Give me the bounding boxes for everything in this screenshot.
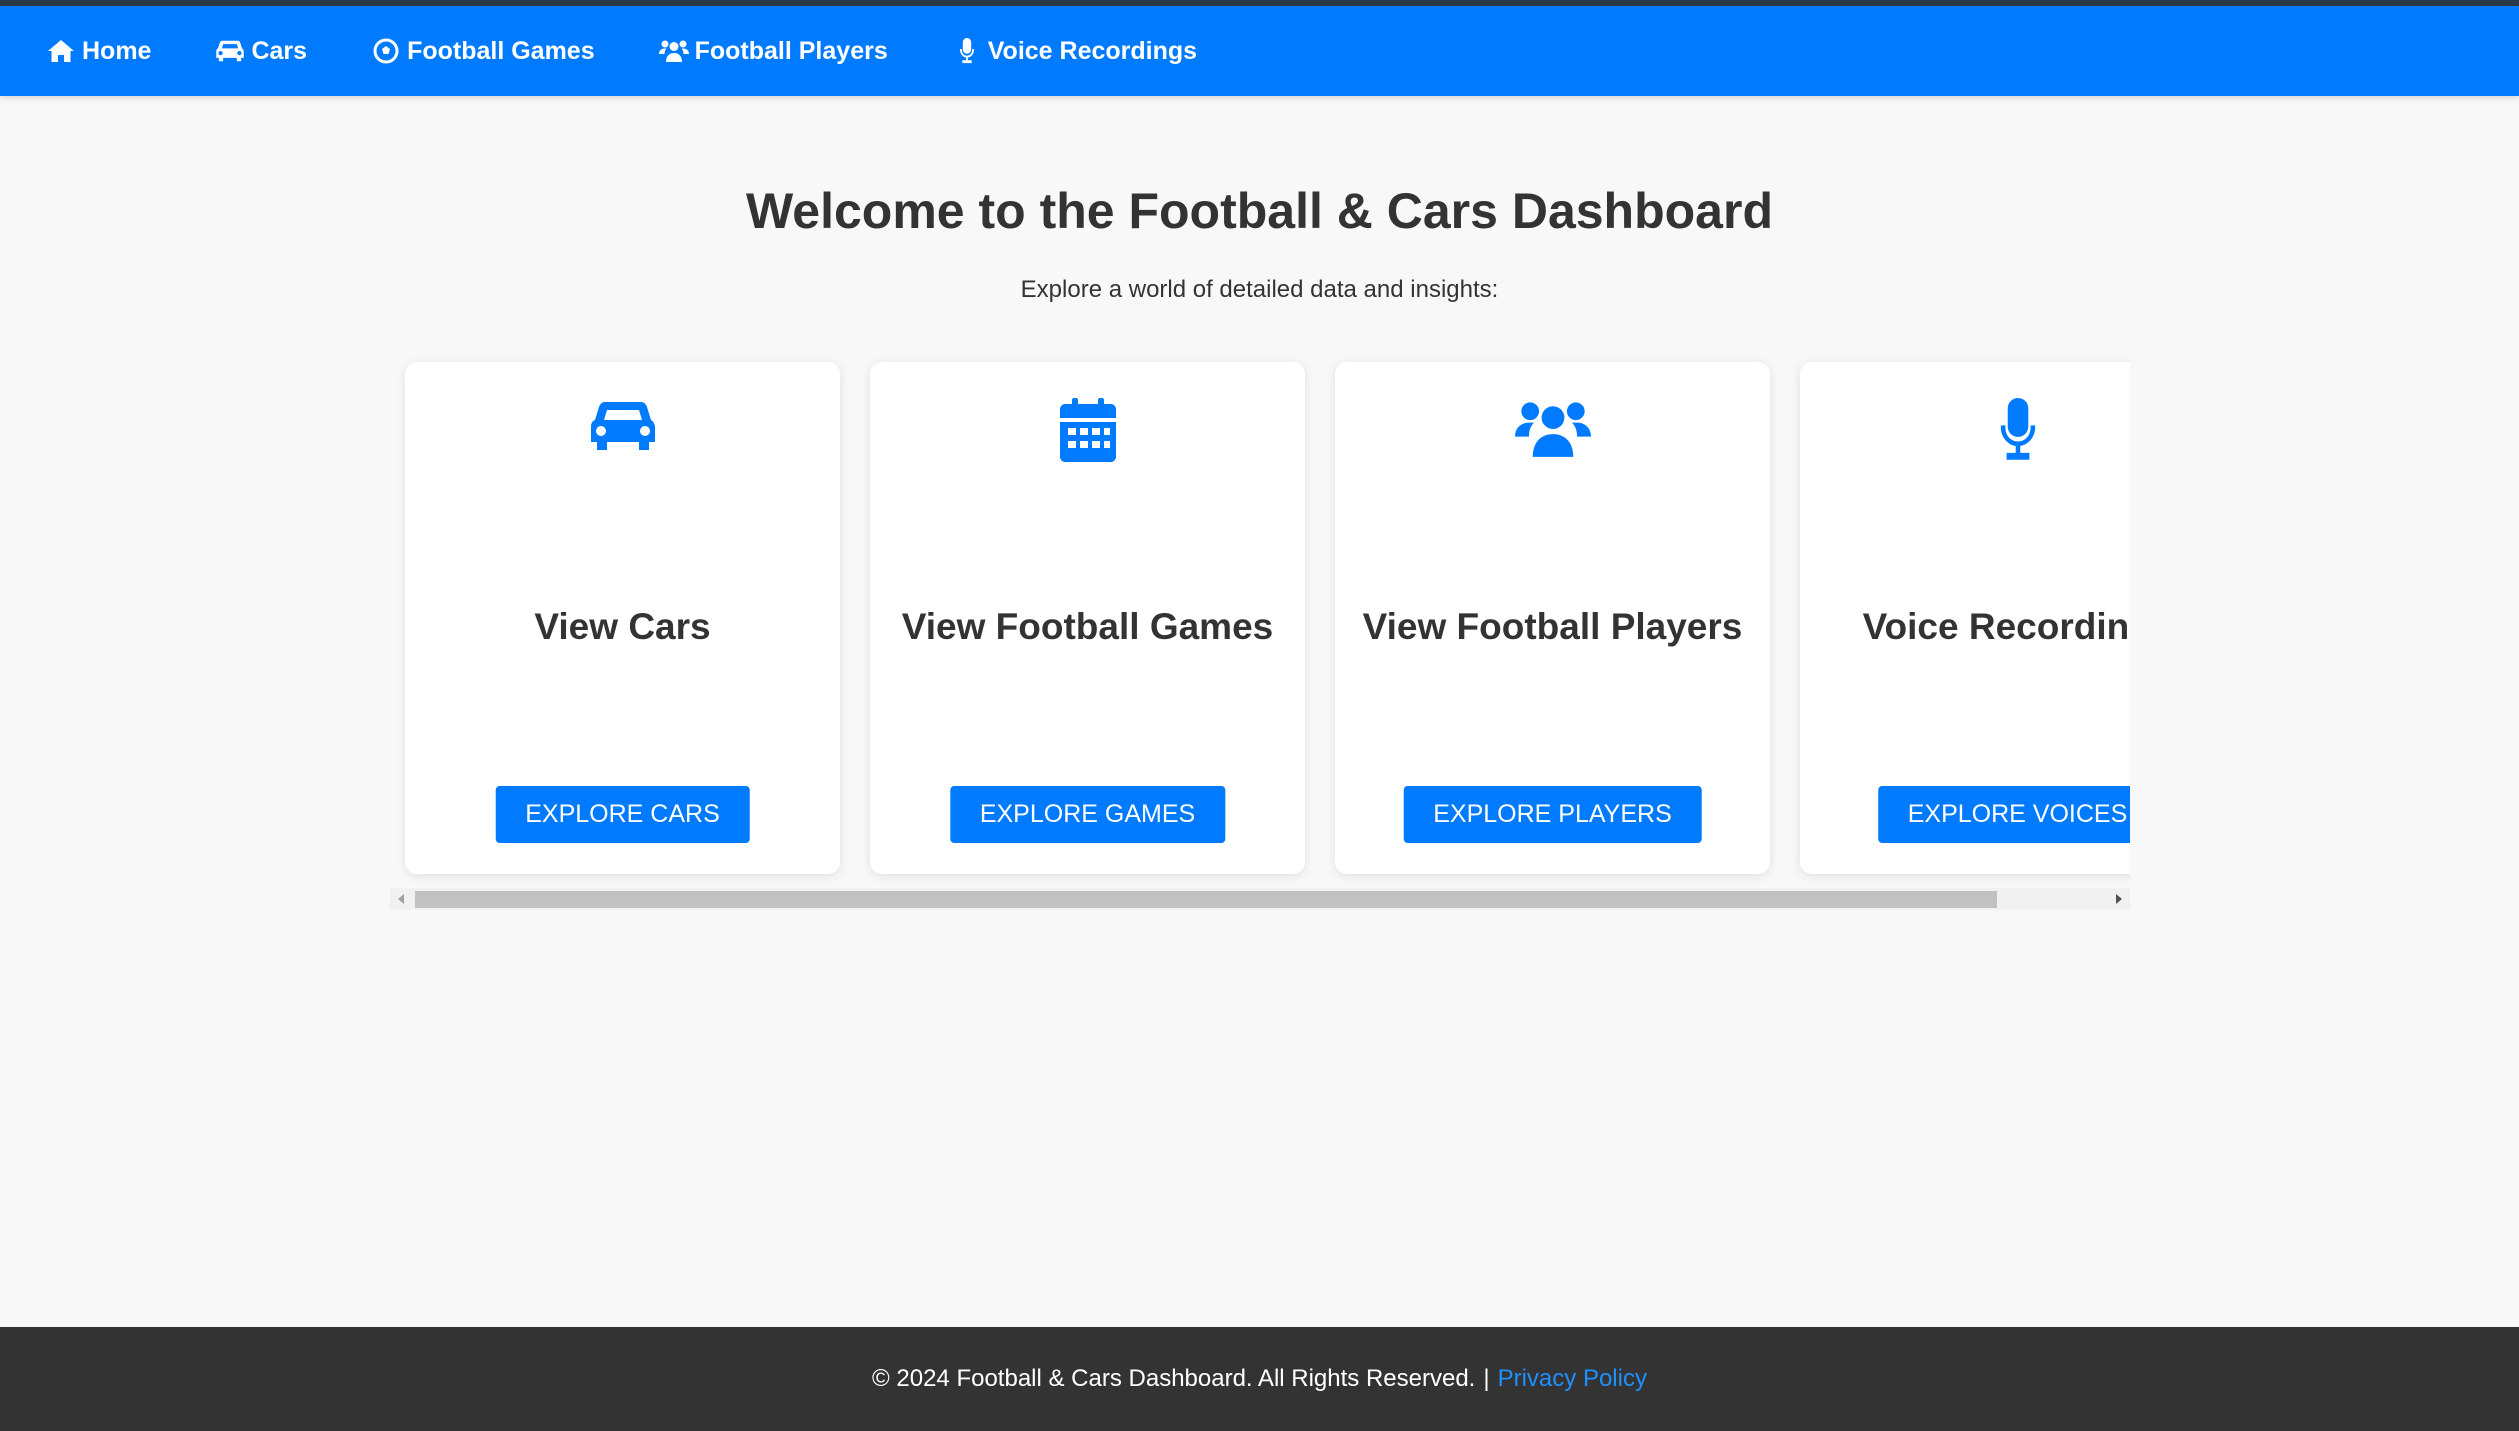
car-icon [215, 37, 245, 65]
car-icon [405, 398, 840, 462]
horizontal-scrollbar[interactable] [390, 888, 2130, 910]
card-voice-recordings: Voice Recordings EXPLORE VOICES [1800, 362, 2130, 874]
card-football-games: View Football Games EXPLORE GAMES [870, 362, 1305, 874]
nav-item-label: Football Games [407, 36, 595, 65]
cards-scroll-container[interactable]: View Cars EXPLORE CARS View Football Gam… [390, 352, 2130, 912]
nav-item-voice-recordings[interactable]: Voice Recordings [952, 37, 1197, 66]
home-icon [46, 37, 76, 65]
nav-item-label: Cars [251, 36, 308, 65]
nav-item-home[interactable]: Home [46, 37, 151, 66]
card-title: View Cars [534, 606, 711, 647]
explore-cars-button[interactable]: EXPLORE CARS [495, 786, 750, 843]
nav-item-football-players[interactable]: Football Players [658, 36, 888, 66]
microphone-icon [1800, 398, 2130, 462]
navbar: Home Cars Football Games Football Player… [0, 6, 2519, 96]
nav-item-label: Home [82, 36, 152, 65]
explore-games-button[interactable]: EXPLORE GAMES [949, 786, 1226, 843]
privacy-policy-link[interactable]: Privacy Policy [1498, 1365, 1647, 1393]
nav-item-label: Football Players [694, 36, 888, 65]
nav-item-cars[interactable]: Cars [215, 37, 307, 66]
card-title: Voice Recordings [1862, 606, 2130, 647]
scroll-left-arrow-icon[interactable] [390, 888, 412, 910]
nav-item-label: Voice Recordings [987, 36, 1198, 65]
card-football-players: View Football Players EXPLORE PLAYERS [1335, 362, 1770, 874]
nav-item-football-games[interactable]: Football Games [371, 37, 595, 66]
footer-separator: | [1483, 1365, 1490, 1392]
explore-voices-button[interactable]: EXPLORE VOICES [1877, 786, 2130, 843]
users-icon [658, 37, 689, 65]
card-title: View Football Players [1362, 606, 1743, 647]
page-subtitle: Explore a world of detailed data and ins… [1020, 276, 1499, 303]
card-cars: View Cars EXPLORE CARS [405, 362, 840, 874]
calendar-icon [870, 398, 1305, 462]
footer: © 2024 Football & Cars Dashboard. All Ri… [0, 1327, 2519, 1431]
scroll-right-arrow-icon[interactable] [2108, 888, 2130, 910]
football-icon [371, 37, 401, 65]
page-title: Welcome to the Football & Cars Dashboard [745, 183, 1773, 239]
footer-copyright: © 2024 Football & Cars Dashboard. All Ri… [872, 1365, 1476, 1392]
microphone-icon [952, 37, 982, 65]
scrollbar-thumb[interactable] [415, 891, 1997, 908]
users-icon [1335, 398, 1770, 462]
explore-players-button[interactable]: EXPLORE PLAYERS [1403, 786, 1702, 843]
card-title: View Football Games [901, 606, 1274, 647]
